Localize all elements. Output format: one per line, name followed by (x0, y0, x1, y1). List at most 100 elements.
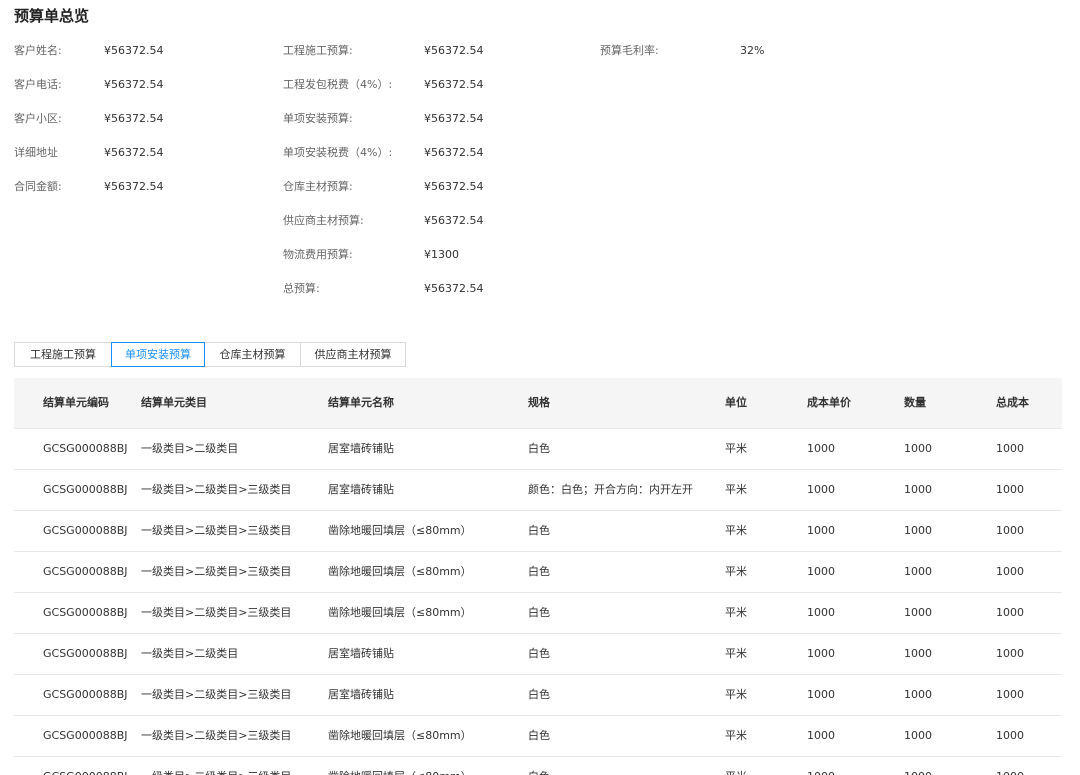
column-header-category: 结算单元类目 (141, 396, 207, 409)
cell-total-cost: 1000 (996, 524, 1024, 537)
cell-unit: 平米 (725, 483, 747, 496)
tab-construction-budget[interactable]: 工程施工预算 (14, 342, 112, 367)
cell-spec: 白色 (528, 647, 550, 660)
cell-total-cost: 1000 (996, 757, 1024, 775)
cell-category: 一级类目>二级类目>三级类目 (141, 729, 292, 742)
table-row: GCSG000088BJ 一级类目>二级类目>三级类目 凿除地暖回填层（≤80mm）… (14, 757, 1062, 775)
cell-code: GCSG000088BJ (43, 483, 128, 496)
tab-install-budget[interactable]: 单项安装预算 (111, 342, 205, 367)
customer-name-value: ¥56372.54 (104, 44, 164, 57)
cell-quantity: 1000 (904, 729, 932, 742)
cell-name: 凿除地暖回填层（≤80mm） (328, 757, 472, 775)
warehouse-material-budget-value: ¥56372.54 (424, 180, 484, 193)
cell-spec: 白色 (528, 442, 550, 455)
cell-total-cost: 1000 (996, 606, 1024, 619)
cell-unit: 平米 (725, 688, 747, 701)
tab-warehouse-material-budget[interactable]: 仓库主材预算 (204, 342, 301, 367)
cell-spec: 白色 (528, 757, 550, 775)
table-row: GCSG000088BJ 一级类目>二级类目>三级类目 居室墙砖铺贴 白色 平米 1000… (14, 675, 1062, 716)
cell-code: GCSG000088BJ (43, 606, 128, 619)
column-header-unit-cost: 成本单价 (807, 396, 851, 409)
cell-name: 居室墙砖铺贴 (328, 688, 394, 701)
budget-items-table: 结算单元编码 结算单元类目 结算单元名称 规格 单位 成本单价 数量 总成本 G… (14, 378, 1062, 775)
table-header: 结算单元编码 结算单元类目 结算单元名称 规格 单位 成本单价 数量 总成本 (14, 378, 1062, 429)
budget-tabs: 工程施工预算 单项安装预算 仓库主材预算 供应商主材预算 (14, 342, 406, 367)
table-row: GCSG000088BJ 一级类目>二级类目>三级类目 居室墙砖铺贴 颜色：白色；开合… (14, 470, 1062, 511)
cell-name: 凿除地暖回填层（≤80mm） (328, 524, 472, 537)
logistics-budget-value: ¥1300 (424, 248, 459, 261)
cell-quantity: 1000 (904, 757, 932, 775)
cell-category: 一级类目>二级类目>三级类目 (141, 606, 292, 619)
customer-community-label: 客户小区: (14, 112, 62, 125)
gross-margin-value: 32% (740, 44, 765, 57)
cell-quantity: 1000 (904, 565, 932, 578)
column-header-name: 结算单元名称 (328, 396, 394, 409)
cell-unit: 平米 (725, 647, 747, 660)
budget-overview-page: 预算单总览 客户姓名: ¥56372.54 客户电话: ¥56372.54 客户… (0, 0, 1080, 775)
cell-unit-cost: 1000 (807, 483, 835, 496)
cell-category: 一级类目>二级类目 (141, 442, 239, 455)
cell-spec: 白色 (528, 606, 550, 619)
customer-phone-label: 客户电话: (14, 78, 62, 91)
cell-category: 一级类目>二级类目>三级类目 (141, 524, 292, 537)
table-body: GCSG000088BJ 一级类目>二级类目 居室墙砖铺贴 白色 平米 1000 1000 1… (14, 429, 1062, 775)
cell-quantity: 1000 (904, 483, 932, 496)
cell-unit: 平米 (725, 565, 747, 578)
cell-unit: 平米 (725, 524, 747, 537)
address-label: 详细地址 (14, 146, 58, 159)
page-title: 预算单总览 (14, 7, 90, 25)
cell-total-cost: 1000 (996, 442, 1024, 455)
cell-unit: 平米 (725, 729, 747, 742)
cell-unit-cost: 1000 (807, 757, 835, 775)
cell-quantity: 1000 (904, 524, 932, 537)
table-row: GCSG000088BJ 一级类目>二级类目 居室墙砖铺贴 白色 平米 1000 1000 1… (14, 429, 1062, 470)
cell-spec: 颜色：白色；开合方向：内开左开 (528, 483, 693, 496)
contract-amount-value: ¥56372.54 (104, 180, 164, 193)
table-row: GCSG000088BJ 一级类目>二级类目>三级类目 凿除地暖回填层（≤80mm）… (14, 552, 1062, 593)
contracting-tax-value: ¥56372.54 (424, 78, 484, 91)
construction-budget-label: 工程施工预算: (283, 44, 353, 57)
cell-total-cost: 1000 (996, 483, 1024, 496)
cell-total-cost: 1000 (996, 729, 1024, 742)
cell-unit-cost: 1000 (807, 606, 835, 619)
column-header-quantity: 数量 (904, 396, 926, 409)
cell-code: GCSG000088BJ (43, 442, 128, 455)
install-budget-label: 单项安装预算: (283, 112, 353, 125)
cell-unit-cost: 1000 (807, 524, 835, 537)
install-tax-label: 单项安装税费（4%）: (283, 146, 393, 159)
cell-total-cost: 1000 (996, 565, 1024, 578)
total-budget-label: 总预算: (283, 282, 320, 295)
customer-community-value: ¥56372.54 (104, 112, 164, 125)
cell-code: GCSG000088BJ (43, 647, 128, 660)
address-value: ¥56372.54 (104, 146, 164, 159)
table-row: GCSG000088BJ 一级类目>二级类目 居室墙砖铺贴 白色 平米 1000 1000 1… (14, 634, 1062, 675)
table-row: GCSG000088BJ 一级类目>二级类目>三级类目 凿除地暖回填层（≤80mm）… (14, 511, 1062, 552)
cell-spec: 白色 (528, 565, 550, 578)
cell-unit: 平米 (725, 606, 747, 619)
cell-name: 凿除地暖回填层（≤80mm） (328, 729, 472, 742)
cell-code: GCSG000088BJ (43, 757, 128, 775)
cell-unit-cost: 1000 (807, 442, 835, 455)
cell-code: GCSG000088BJ (43, 688, 128, 701)
tab-supplier-material-budget[interactable]: 供应商主材预算 (300, 342, 406, 367)
column-header-unit: 单位 (725, 396, 747, 409)
cell-quantity: 1000 (904, 442, 932, 455)
supplier-material-budget-value: ¥56372.54 (424, 214, 484, 227)
cell-total-cost: 1000 (996, 647, 1024, 660)
cell-unit: 平米 (725, 442, 747, 455)
cell-name: 凿除地暖回填层（≤80mm） (328, 606, 472, 619)
column-header-spec: 规格 (528, 396, 550, 409)
cell-spec: 白色 (528, 524, 550, 537)
cell-quantity: 1000 (904, 606, 932, 619)
table-row: GCSG000088BJ 一级类目>二级类目>三级类目 凿除地暖回填层（≤80mm）… (14, 593, 1062, 634)
total-budget-value: ¥56372.54 (424, 282, 484, 295)
contract-amount-label: 合同金额: (14, 180, 62, 193)
column-header-total-cost: 总成本 (996, 396, 1029, 409)
cell-name: 居室墙砖铺贴 (328, 483, 394, 496)
cell-name: 凿除地暖回填层（≤80mm） (328, 565, 472, 578)
gross-margin-label: 预算毛利率: (600, 44, 659, 57)
cell-unit-cost: 1000 (807, 647, 835, 660)
cell-code: GCSG000088BJ (43, 729, 128, 742)
cell-name: 居室墙砖铺贴 (328, 647, 394, 660)
cell-quantity: 1000 (904, 688, 932, 701)
